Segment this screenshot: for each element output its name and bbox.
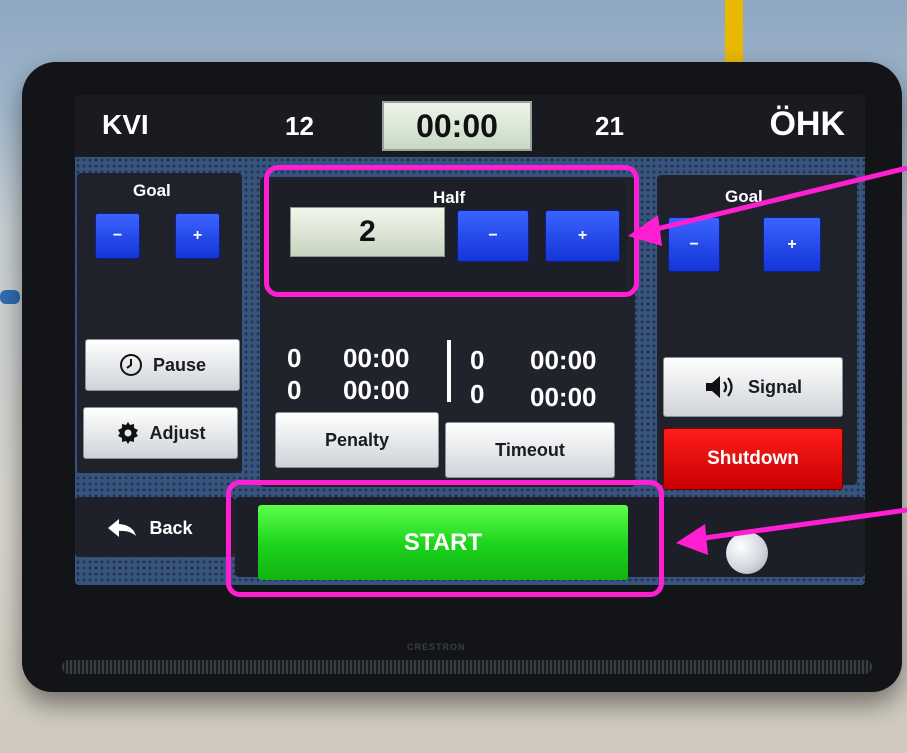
- half-plus-arrow: [628, 165, 907, 246]
- start-arrow: [676, 507, 907, 555]
- annotation-arrows: [628, 165, 907, 555]
